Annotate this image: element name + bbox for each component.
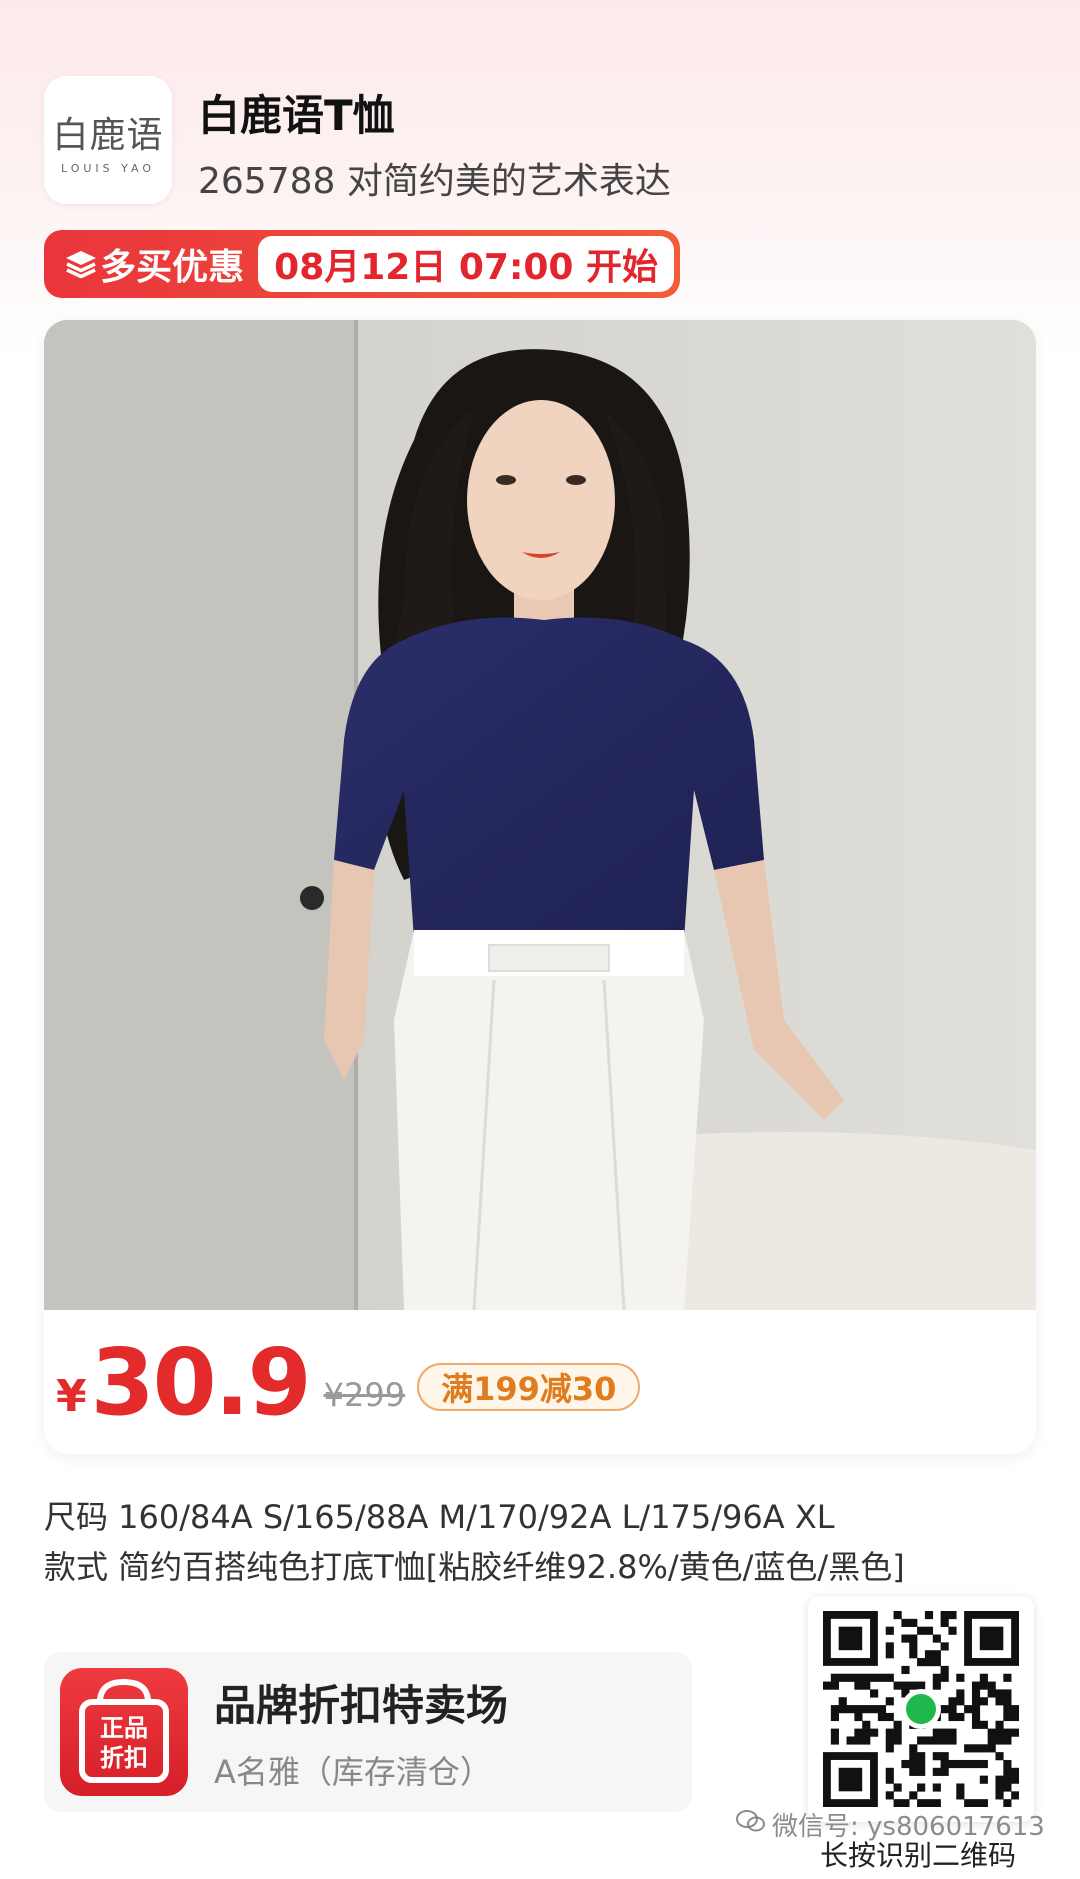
qr-code-image xyxy=(823,1611,1019,1807)
badge-line-2: 折扣 xyxy=(100,1744,148,1772)
sale-price: 30.9 xyxy=(90,1328,312,1436)
store-title: 品牌折扣特卖场 xyxy=(214,1680,509,1730)
store-subtitle: A名雅（库存清仓） xyxy=(214,1752,492,1791)
logo-english-text: LOUIS YAO xyxy=(60,161,156,175)
price-row: ¥ 30.9 ¥299 满199减30 xyxy=(44,1310,1036,1454)
store-text: 品牌折扣特卖场 A名雅（库存清仓） xyxy=(214,1672,508,1793)
product-subtitle: 265788 对简约美的艺术表达 xyxy=(198,161,671,202)
coupon-tag[interactable]: 满199减30 xyxy=(417,1363,641,1411)
qr-finder-pattern xyxy=(979,1626,1004,1651)
currency-symbol: ¥ xyxy=(56,1370,87,1422)
stack-layers-icon xyxy=(64,244,98,284)
product-card[interactable]: ¥ 30.9 ¥299 满199减30 xyxy=(44,320,1036,1454)
badge-line-1: 正品 xyxy=(100,1714,148,1742)
qr-finder-pattern xyxy=(838,1626,863,1651)
promo-label: 多买优惠 xyxy=(100,247,245,288)
wechat-icon xyxy=(736,1809,766,1840)
store-entry-card[interactable]: 正品 折扣 品牌折扣特卖场 A名雅（库存清仓） xyxy=(44,1652,692,1812)
qr-caption: 长按识别二维码 xyxy=(820,1839,1017,1872)
product-title: 白鹿语T恤 xyxy=(198,91,395,140)
shopping-bag-icon: 正品 折扣 xyxy=(60,1668,188,1796)
multi-buy-promo-banner[interactable]: 多买优惠 08月12日 07:00 开始 xyxy=(44,230,680,298)
size-spec: 尺码 160/84A S/165/88A M/170/92A L/175/96A… xyxy=(44,1498,835,1536)
logo-chinese-text: 白鹿语 xyxy=(52,114,164,156)
brand-logo: 白鹿语 LOUIS YAO xyxy=(44,76,172,204)
promo-start-time: 08月12日 07:00 开始 xyxy=(258,236,674,292)
mini-program-icon xyxy=(906,1694,936,1724)
original-price: ¥299 xyxy=(323,1376,406,1414)
style-spec: 款式 简约百搭纯色打底T恤[粘胶纤维92.8%/黄色/蓝色/黑色] xyxy=(44,1548,905,1586)
qr-finder-pattern xyxy=(838,1767,863,1792)
qr-code[interactable] xyxy=(808,1596,1034,1822)
product-photo[interactable] xyxy=(44,320,1036,1310)
